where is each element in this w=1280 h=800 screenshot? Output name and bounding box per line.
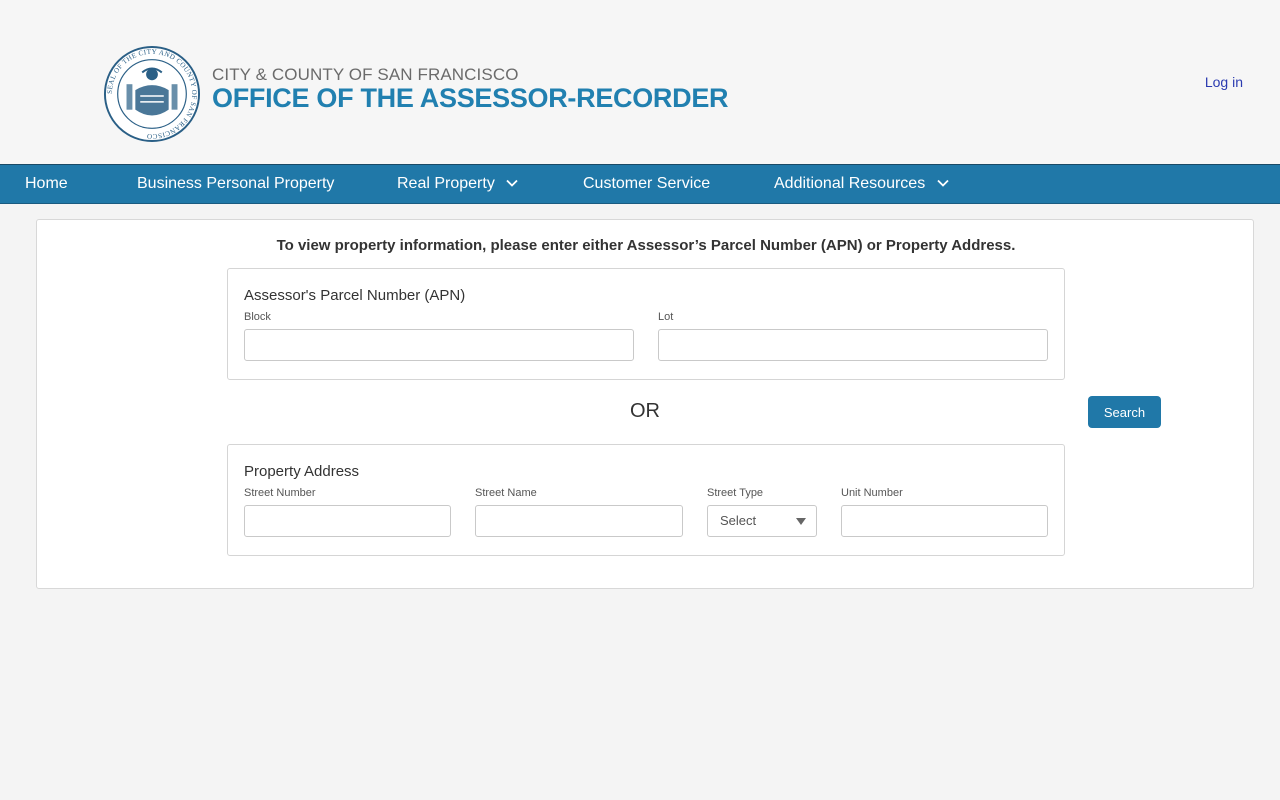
street-name-label: Street Name xyxy=(475,487,537,499)
street-name-input[interactable] xyxy=(475,505,683,537)
street-type-selected: Select xyxy=(720,513,757,528)
street-number-input[interactable] xyxy=(244,505,451,537)
lot-label: Lot xyxy=(658,311,674,323)
address-fieldset: Property Address Street Number Street Na… xyxy=(227,444,1065,556)
nav-item-label: Home xyxy=(25,175,68,192)
chevron-down-icon xyxy=(937,179,949,187)
or-divider: OR xyxy=(630,400,660,422)
search-instructions: To view property information, please ent… xyxy=(276,237,1016,254)
main-navigation: Home Business Personal Property Real Pro… xyxy=(0,164,1280,204)
nav-item-home[interactable]: Home xyxy=(25,165,68,203)
site-header: SEAL OF THE CITY AND COUNTY OF SAN FRANC… xyxy=(0,0,1280,164)
street-type-label: Street Type xyxy=(707,487,764,499)
property-search-card: To view property information, please ent… xyxy=(36,219,1254,589)
chevron-down-icon xyxy=(506,179,518,187)
lot-input[interactable] xyxy=(658,329,1048,361)
nav-item-label: Additional Resources xyxy=(774,175,926,192)
nav-item-additional-resources[interactable]: Additional Resources xyxy=(774,165,950,203)
apn-fieldset: Assessor's Parcel Number (APN) Block Lot xyxy=(227,268,1065,380)
block-label: Block xyxy=(244,311,271,323)
nav-item-business-personal-property[interactable]: Business Personal Property xyxy=(137,165,334,203)
nav-item-real-property[interactable]: Real Property xyxy=(397,165,519,203)
address-title: Property Address xyxy=(244,463,360,480)
block-input[interactable] xyxy=(244,329,634,361)
street-number-label: Street Number xyxy=(244,487,316,499)
nav-item-label: Business Personal Property xyxy=(137,175,335,192)
apn-title: Assessor's Parcel Number (APN) xyxy=(244,287,466,304)
unit-number-input[interactable] xyxy=(841,505,1048,537)
brand-subtitle: CITY & COUNTY OF SAN FRANCISCO xyxy=(212,65,519,84)
login-link[interactable]: Log in xyxy=(1205,74,1243,90)
brand-title: OFFICE OF THE ASSESSOR-RECORDER xyxy=(212,83,729,113)
nav-item-label: Customer Service xyxy=(583,175,711,192)
search-button[interactable]: Search xyxy=(1088,396,1161,428)
city-seal-icon: SEAL OF THE CITY AND COUNTY OF SAN FRANC… xyxy=(103,45,201,143)
unit-number-label: Unit Number xyxy=(841,487,903,499)
nav-item-label: Real Property xyxy=(397,175,495,192)
street-type-select[interactable]: Select xyxy=(707,505,817,537)
caret-down-icon xyxy=(796,518,806,525)
nav-item-customer-service[interactable]: Customer Service xyxy=(583,165,710,203)
